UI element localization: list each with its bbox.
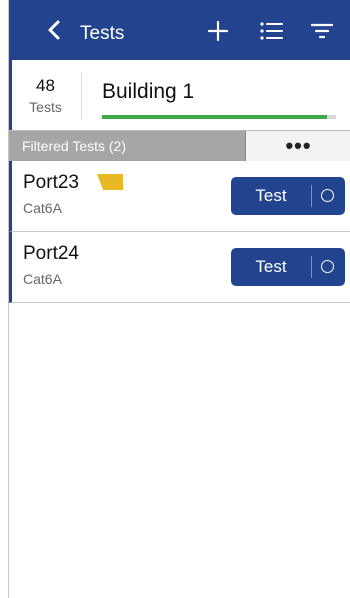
test-button-label: Test (255, 186, 287, 205)
cable-type: Cat6A (23, 271, 62, 287)
app-frame: Tests 48 Tests Building 1 Filtered Tests… (8, 0, 350, 598)
test-count: 48 (36, 76, 55, 95)
test-button-divider (311, 256, 312, 278)
summary-panel: 48 Tests Building 1 (9, 60, 350, 130)
cable-type: Cat6A (23, 200, 62, 216)
port-name: Port24 (23, 243, 79, 264)
test-count-label: Tests (29, 99, 62, 115)
progress-bar (102, 115, 336, 119)
summary-divider (81, 72, 82, 120)
more-options-button[interactable]: ••• (245, 131, 350, 161)
filter-bar: Filtered Tests (2) ••• (9, 130, 350, 161)
test-button[interactable]: Test (231, 248, 345, 286)
test-button-label: Test (255, 257, 287, 276)
test-button[interactable]: Test (231, 177, 345, 215)
circle-icon (321, 189, 334, 202)
plus-icon[interactable] (207, 20, 229, 42)
progress-fill (102, 115, 327, 119)
page-title: Tests (80, 23, 125, 44)
list-item[interactable]: Port24 Cat6A Test (9, 232, 350, 303)
app-header: Tests (9, 0, 350, 60)
filter-label: Filtered Tests (2) (22, 138, 126, 154)
list-icon[interactable] (259, 20, 283, 42)
port-name: Port23 (23, 172, 79, 193)
circle-icon (321, 260, 334, 273)
chevron-left-icon[interactable] (43, 18, 67, 42)
filter-icon[interactable] (311, 22, 333, 40)
building-name: Building 1 (102, 80, 195, 103)
list-item[interactable]: Port23 Cat6A Test (9, 161, 350, 232)
more-dots-icon: ••• (285, 133, 312, 158)
tag-icon (97, 174, 123, 190)
test-button-divider (311, 185, 312, 207)
